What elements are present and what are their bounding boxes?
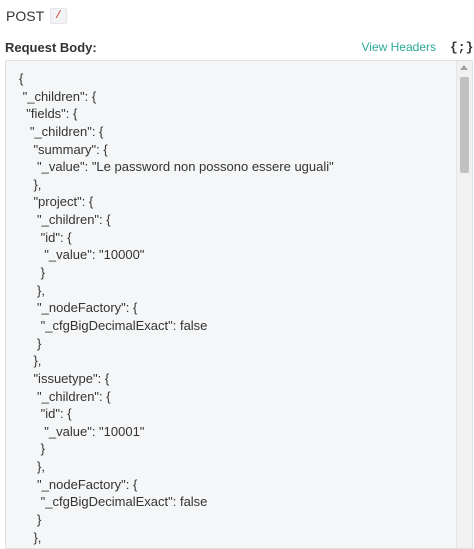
code-line: "project": { [19, 194, 94, 210]
request-line: POST / [6, 6, 67, 26]
request-body-header: Request Body: View Headers {;} [5, 37, 473, 57]
scroll-thumb[interactable] [460, 77, 469, 173]
code-line: "_children": { [19, 123, 104, 139]
json-code-view: { "_children": { "fields": { "_children"… [19, 70, 454, 546]
code-line: { [19, 71, 24, 86]
code-line: }, [19, 529, 42, 545]
code-line: } [19, 512, 42, 528]
code-line: "_cfgBigDecimalExact": false [19, 317, 208, 333]
code-line: "fields": { [19, 106, 78, 122]
code-line: "id": { [19, 229, 72, 245]
code-line: } [19, 265, 46, 281]
request-body-panel[interactable]: { "_children": { "fields": { "_children"… [5, 60, 473, 549]
code-line: }, [19, 459, 46, 475]
code-line: "_value": "10000" [19, 247, 145, 263]
format-json-icon[interactable]: {;} [450, 40, 473, 55]
http-method: POST [6, 8, 45, 24]
code-line: "summary": { [19, 141, 108, 157]
code-line: }, [19, 353, 42, 369]
scroll-up-arrow-icon[interactable] [460, 65, 468, 70]
code-line: "_value": "10001" [19, 423, 145, 439]
request-body-title: Request Body: [5, 39, 97, 55]
code-line: "_cfgBigDecimalExact": false [19, 494, 208, 510]
view-headers-link[interactable]: View Headers [362, 40, 436, 54]
code-line: "_children": { [19, 388, 111, 404]
code-line: "_children": { [19, 212, 111, 228]
code-line: } [19, 335, 42, 351]
code-line: "issuetype": { [19, 370, 110, 386]
code-line: "_value": "Le password non possono esser… [19, 159, 334, 175]
code-line: }, [19, 282, 46, 298]
code-line: }, [19, 176, 42, 192]
code-line: "_nodeFactory": { [19, 476, 138, 492]
vertical-scrollbar[interactable] [456, 61, 472, 548]
code-line: "id": { [19, 406, 72, 422]
code-line: "_children": { [19, 88, 97, 104]
request-path: / [50, 8, 67, 24]
code-line: "_nodeFactory": { [19, 300, 138, 316]
code-line: } [19, 441, 46, 457]
